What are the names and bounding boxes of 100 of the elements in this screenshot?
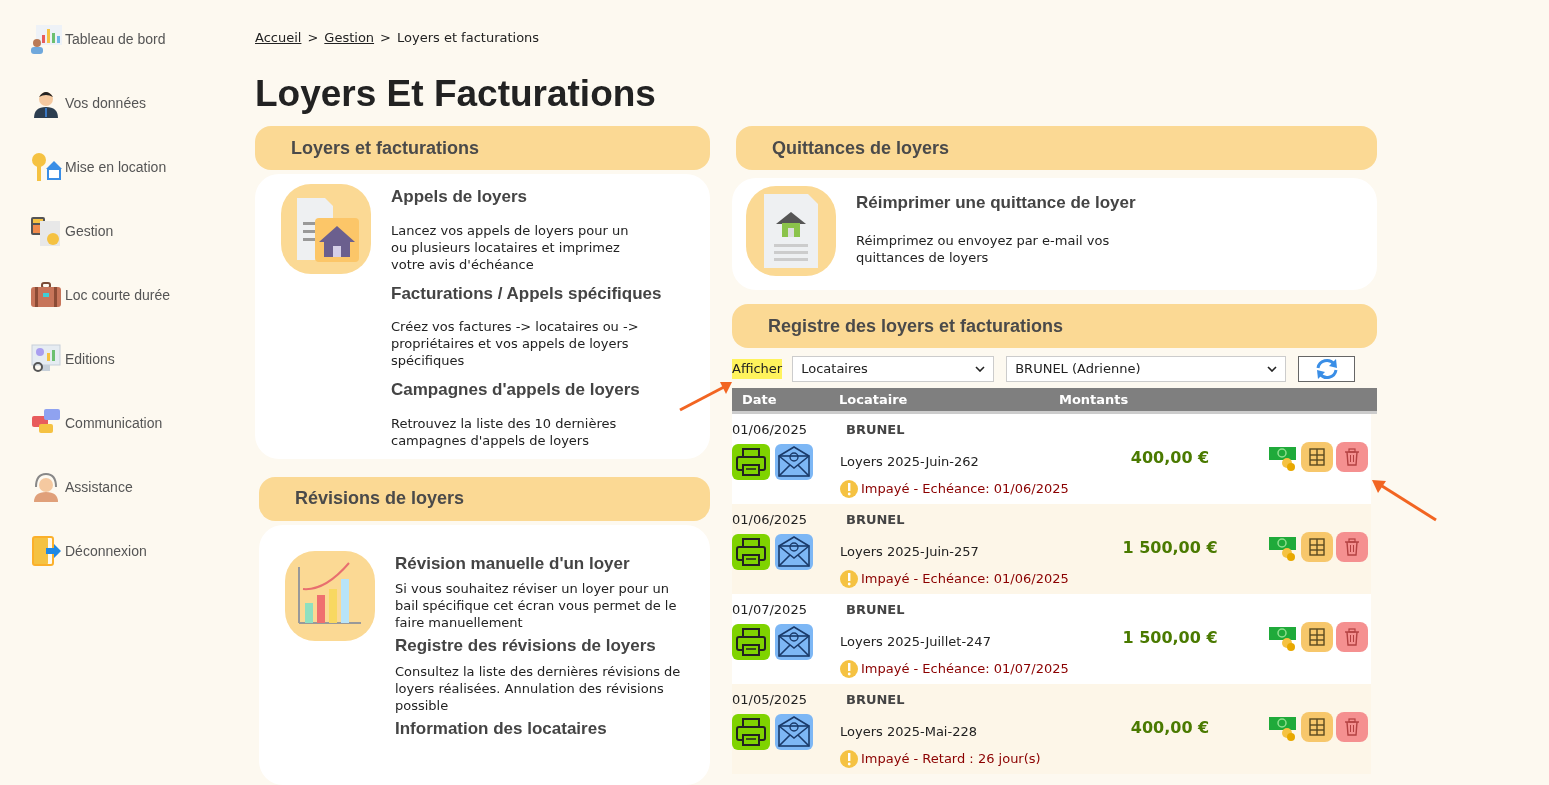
grid-icon <box>1309 628 1325 646</box>
monitor-icon <box>30 343 62 375</box>
print-button[interactable] <box>732 623 770 660</box>
door-icon <box>30 535 62 567</box>
sidebar-item[interactable]: Mise en location <box>65 156 167 178</box>
column-header: Locataire <box>838 390 909 409</box>
sidebar-item[interactable]: Communication <box>65 412 163 434</box>
sidebar-item[interactable]: Assistance <box>65 476 133 498</box>
email-button[interactable] <box>775 443 813 480</box>
sidebar-item[interactable]: Editions <box>65 348 115 370</box>
grid-button[interactable] <box>1301 712 1333 742</box>
tenant-name: BRUNEL <box>845 691 906 709</box>
delete-button[interactable] <box>1336 442 1368 472</box>
item-description: Réimprimez ou envoyez par e-mail vos quittances de loyers <box>856 231 1111 266</box>
item-title[interactable]: Information des locataires <box>395 715 695 741</box>
sidebar-item[interactable]: Gestion <box>65 220 114 242</box>
grid-icon <box>1309 718 1325 736</box>
delete-button[interactable] <box>1336 532 1368 562</box>
envelope-icon <box>775 623 813 660</box>
item-title[interactable]: Appels de loyers <box>391 184 662 210</box>
amount-text: 400,00 € <box>1130 447 1210 469</box>
column-header: Date <box>741 390 778 409</box>
status-text: Impayé - Echéance: 01/06/2025 <box>861 570 1069 588</box>
invoice-label[interactable]: Loyers 2025-Mai-228 <box>840 721 1110 741</box>
print-button[interactable] <box>732 533 770 570</box>
calculator-icon <box>30 215 62 247</box>
date-text: 01/05/2025 <box>732 691 808 709</box>
breadcrumb-link[interactable]: Accueil <box>255 28 302 48</box>
amount-text: 400,00 € <box>1130 717 1210 739</box>
refresh-icon <box>1314 358 1339 380</box>
page-title: Loyers Et Facturations <box>255 72 657 116</box>
grid-icon <box>1309 448 1325 466</box>
date-text: 01/07/2025 <box>732 601 808 619</box>
item-title[interactable]: Révision manuelle d'un loyer <box>395 550 695 576</box>
warning-icon <box>840 749 858 768</box>
section-title: Loyers et facturations <box>291 136 480 160</box>
dropdown[interactable]: Locataires <box>792 356 995 382</box>
invoice-house-icon <box>281 184 371 274</box>
delete-button[interactable] <box>1336 712 1368 742</box>
warning-icon <box>840 479 858 498</box>
sidebar-item[interactable]: Vos données <box>65 92 146 114</box>
print-button[interactable] <box>732 713 770 750</box>
item-title[interactable]: Réimprimer une quittance de loyer <box>856 190 1156 216</box>
grid-button[interactable] <box>1301 442 1333 472</box>
invoice-label[interactable]: Loyers 2025-Juillet-247 <box>840 631 1110 651</box>
item-title[interactable]: Campagnes d'appels de loyers <box>391 377 662 403</box>
item-description: Lancez vos appels de loyers pour un ou plusieurs locataires et imprimez votre avis d'échéance <box>391 221 630 273</box>
amount-text: 1 500,00 € <box>1122 537 1218 559</box>
status-text: Impayé - Echéance: 01/07/2025 <box>861 660 1069 678</box>
grid-button[interactable] <box>1301 532 1333 562</box>
invoice-label[interactable]: Loyers 2025-Juin-262 <box>840 451 1110 471</box>
tenant-name: BRUNEL <box>845 421 906 439</box>
bar-chart-icon <box>285 550 375 641</box>
breadcrumb-current: Loyers et facturations <box>397 29 540 48</box>
grid-button[interactable] <box>1301 622 1333 652</box>
annotation-arrow <box>1370 478 1438 522</box>
date-text: 01/06/2025 <box>732 511 808 529</box>
sidebar-item[interactable]: Loc courte durée <box>65 284 171 306</box>
trash-icon <box>1344 448 1360 466</box>
key-icon <box>30 151 62 183</box>
print-button[interactable] <box>732 443 770 480</box>
item-title[interactable]: Facturations / Appels spécifiques <box>391 280 662 306</box>
email-button[interactable] <box>775 533 813 570</box>
item-description: Retrouvez la liste des 10 dernières campagnes d'appels de loyers <box>391 414 618 449</box>
sidebar-item[interactable]: Déconnexion <box>65 540 147 562</box>
status-text: Impayé - Echéance: 01/06/2025 <box>861 480 1069 498</box>
annotation-arrow <box>678 380 734 412</box>
dropdown[interactable]: BRUNEL (Adrienne) <box>1006 356 1287 382</box>
sidebar-item[interactable]: Tableau de bord <box>65 28 166 50</box>
chart-icon <box>30 23 62 55</box>
date-text: 01/06/2025 <box>732 421 808 439</box>
email-button[interactable] <box>775 623 813 660</box>
delete-button[interactable] <box>1336 622 1368 652</box>
warning-icon <box>840 569 858 588</box>
envelope-icon <box>775 443 813 480</box>
status-text: Impayé - Retard : 26 jour(s) <box>861 750 1041 768</box>
trash-icon <box>1344 628 1360 646</box>
filter-label: Afficher <box>732 359 783 379</box>
section-title: Registre des loyers et facturations <box>768 314 1064 338</box>
envelope-icon <box>775 533 813 570</box>
envelope-icon <box>775 713 813 750</box>
breadcrumb-link[interactable]: Gestion <box>324 28 375 48</box>
refresh-button[interactable] <box>1298 356 1356 382</box>
invoice-label[interactable]: Loyers 2025-Juin-257 <box>840 541 1110 561</box>
section-title: Révisions de loyers <box>295 487 465 510</box>
chevron-down-icon <box>1267 366 1278 372</box>
item-description: Si vous souhaitez réviser un loyer pour un bail spécifique cet écran vous permet de le faire manuellement <box>395 580 678 631</box>
item-title[interactable]: Registre des révisions de loyers <box>395 633 695 659</box>
chevron-down-icon <box>975 366 986 372</box>
warning-icon <box>840 659 858 678</box>
amount-text: 1 500,00 € <box>1122 627 1218 649</box>
column-header: Montants <box>1059 390 1130 409</box>
tenant-name: BRUNEL <box>845 601 906 619</box>
receipt-house-icon <box>746 186 836 276</box>
section-title: Quittances de loyers <box>772 136 950 160</box>
email-button[interactable] <box>775 713 813 750</box>
printer-icon <box>732 443 770 480</box>
item-description: Consultez la liste des dernières révisions de loyers réalisées. Annulation des révisions possible <box>395 662 682 714</box>
printer-icon <box>732 533 770 570</box>
grid-icon <box>1309 538 1325 556</box>
